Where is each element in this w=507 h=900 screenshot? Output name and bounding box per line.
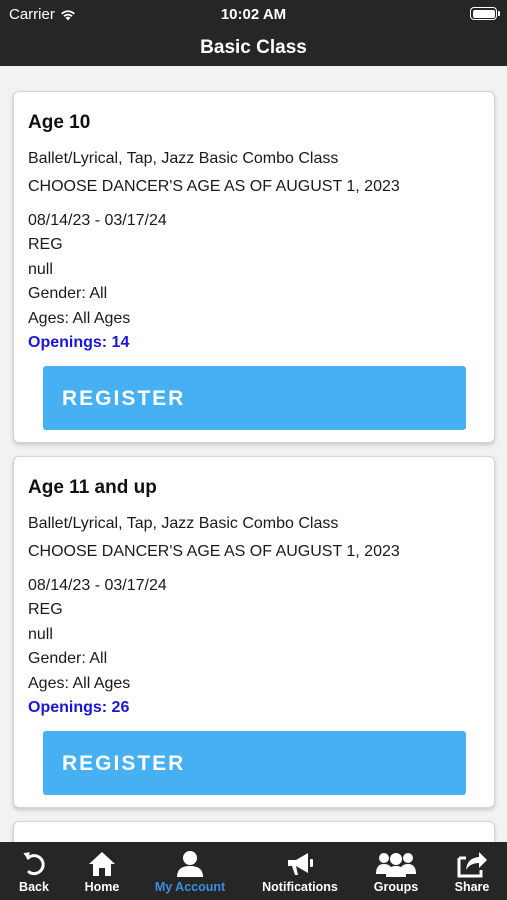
groups-icon — [376, 853, 416, 877]
class-note: CHOOSE DANCER'S AGE AS OF AUGUST 1, 2023 — [28, 543, 400, 560]
tab-share[interactable]: Share — [451, 842, 493, 900]
class-gender: Gender: All — [28, 285, 108, 302]
class-dates: 08/14/23 - 03/17/24 — [28, 212, 167, 229]
class-extra: null — [28, 261, 53, 278]
class-extra: null — [28, 626, 53, 643]
class-openings: Openings: 14 — [28, 334, 130, 351]
tab-bar: Back Home My Account Notifications Group… — [0, 842, 507, 900]
tab-home-label: Home — [84, 880, 120, 894]
class-type: REG — [28, 236, 63, 253]
class-note: CHOOSE DANCER'S AGE AS OF AUGUST 1, 2023 — [28, 178, 400, 195]
tab-home[interactable]: Home — [80, 842, 124, 900]
clock: 10:02 AM — [220, 6, 287, 23]
class-description: Ballet/Lyrical, Tap, Jazz Basic Combo Cl… — [28, 150, 339, 167]
tab-my-account-label: My Account — [154, 880, 226, 894]
class-dates: 08/14/23 - 03/17/24 — [28, 577, 167, 594]
tab-back-label: Back — [19, 880, 49, 894]
home-icon — [89, 852, 115, 876]
class-card-partial — [13, 821, 495, 842]
class-card: Age 11 and up Ballet/Lyrical, Tap, Jazz … — [13, 456, 495, 808]
class-type: REG — [28, 601, 63, 618]
status-bar: Carrier 10:02 AM — [0, 0, 507, 28]
class-description: Ballet/Lyrical, Tap, Jazz Basic Combo Cl… — [28, 515, 339, 532]
tab-notifications[interactable]: Notifications — [258, 842, 342, 900]
class-ages: Ages: All Ages — [28, 675, 131, 692]
class-title: Age 10 — [28, 112, 91, 133]
class-list[interactable]: Age 10 Ballet/Lyrical, Tap, Jazz Basic C… — [0, 66, 507, 842]
back-icon — [23, 852, 45, 876]
class-openings: Openings: 26 — [28, 699, 130, 716]
tab-groups[interactable]: Groups — [370, 842, 422, 900]
account-icon — [177, 851, 203, 877]
register-button[interactable]: REGISTER — [43, 366, 466, 430]
class-gender: Gender: All — [28, 650, 108, 667]
class-ages: Ages: All Ages — [28, 310, 131, 327]
page-title: Basic Class — [0, 28, 507, 66]
tab-groups-label: Groups — [373, 880, 419, 894]
megaphone-icon — [288, 853, 313, 875]
battery-icon — [470, 7, 500, 20]
tab-back[interactable]: Back — [12, 842, 56, 900]
register-button[interactable]: REGISTER — [43, 731, 466, 795]
class-card: Age 10 Ballet/Lyrical, Tap, Jazz Basic C… — [13, 91, 495, 443]
tab-share-label: Share — [454, 880, 490, 894]
class-title: Age 11 and up — [28, 477, 157, 498]
share-icon — [457, 852, 487, 878]
tab-notifications-label: Notifications — [262, 880, 338, 894]
tab-my-account[interactable]: My Account — [150, 842, 230, 900]
